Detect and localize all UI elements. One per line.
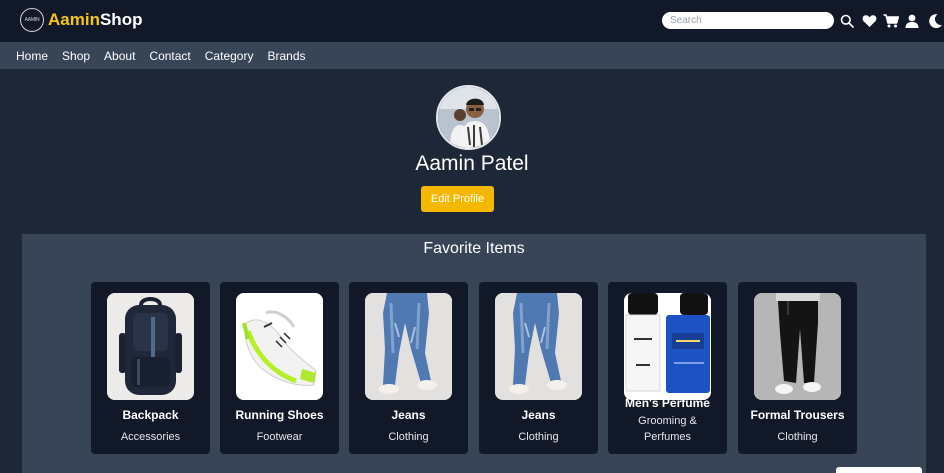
search-icon[interactable] bbox=[838, 12, 856, 30]
favorite-item-card[interactable]: Formal Trousers Clothing bbox=[738, 282, 857, 454]
perfume-image bbox=[624, 293, 711, 400]
main-nav: Home Shop About Contact Category Brands bbox=[0, 42, 944, 69]
profile-name: Aamin Patel bbox=[415, 152, 529, 175]
nav-about[interactable]: About bbox=[104, 49, 135, 63]
top-header: AAMIN AaminShop bbox=[0, 0, 944, 42]
item-category: Clothing bbox=[388, 431, 429, 443]
item-name: Jeans bbox=[391, 408, 426, 422]
nav-home[interactable]: Home bbox=[16, 49, 48, 63]
search-input[interactable] bbox=[662, 12, 834, 29]
item-name: Backpack bbox=[122, 408, 179, 422]
logo-text-part2: Shop bbox=[99, 10, 143, 29]
favorites-section: Favorite Items Backpack Accessories Runn… bbox=[22, 234, 926, 473]
nav-brands[interactable]: Brands bbox=[267, 49, 305, 63]
favorite-item-card[interactable]: Running Shoes Footwear bbox=[220, 282, 339, 454]
bottom-corner-tab[interactable] bbox=[836, 467, 922, 473]
item-name: Jeans bbox=[521, 408, 556, 422]
item-name: Running Shoes bbox=[235, 408, 324, 422]
shoes-image bbox=[236, 293, 323, 400]
item-name: Men's Perfume bbox=[625, 396, 710, 410]
trousers-image bbox=[754, 293, 841, 400]
item-category: Clothing bbox=[518, 431, 559, 443]
favorites-title: Favorite Items bbox=[423, 240, 525, 257]
nav-shop[interactable]: Shop bbox=[62, 49, 90, 63]
favorite-item-card[interactable]: Backpack Accessories bbox=[91, 282, 210, 454]
jeans-image bbox=[495, 293, 582, 400]
site-logo[interactable]: AAMIN AaminShop bbox=[20, 8, 142, 32]
jeans-image bbox=[365, 293, 452, 400]
backpack-image bbox=[107, 293, 194, 400]
item-category: Footwear bbox=[256, 431, 303, 443]
favorite-item-card[interactable]: Jeans Clothing bbox=[349, 282, 468, 454]
profile-avatar bbox=[436, 85, 501, 150]
heart-icon[interactable] bbox=[860, 12, 878, 30]
logo-text: AaminShop bbox=[48, 10, 142, 30]
item-name: Formal Trousers bbox=[750, 408, 845, 422]
favorite-item-card[interactable]: Jeans Clothing bbox=[479, 282, 598, 454]
user-icon[interactable] bbox=[903, 12, 921, 30]
moon-icon[interactable] bbox=[926, 12, 944, 30]
cart-icon[interactable] bbox=[882, 12, 900, 30]
item-category: Accessories bbox=[120, 431, 181, 443]
item-category: Clothing bbox=[777, 431, 818, 443]
nav-category[interactable]: Category bbox=[205, 49, 254, 63]
logo-text-part1: Aamin bbox=[48, 10, 100, 29]
item-category: Grooming & Perfumes bbox=[638, 415, 697, 443]
favorite-item-card[interactable]: Men's Perfume Grooming & Perfumes bbox=[608, 282, 727, 454]
nav-contact[interactable]: Contact bbox=[149, 49, 190, 63]
edit-profile-button[interactable]: Edit Profile bbox=[421, 186, 494, 212]
logo-badge-icon: AAMIN bbox=[20, 8, 44, 32]
